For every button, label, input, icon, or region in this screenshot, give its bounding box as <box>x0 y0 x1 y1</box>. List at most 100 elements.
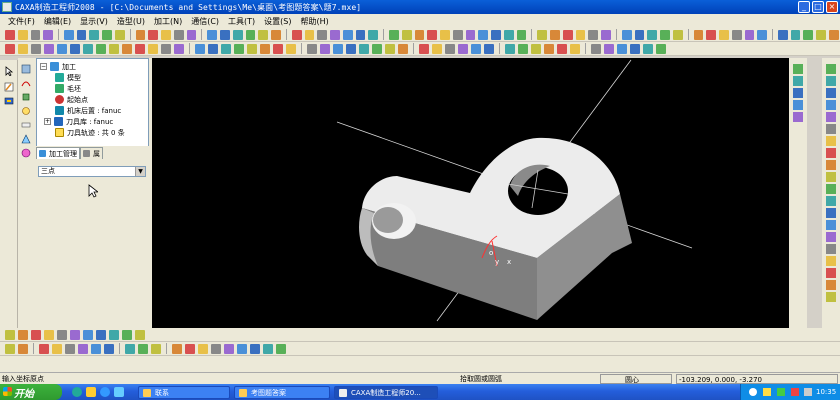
standard-toolbar-button-icon[interactable] <box>5 29 15 40</box>
standard-toolbar-button-icon[interactable] <box>271 29 281 40</box>
right-strip-1-button-icon[interactable] <box>793 88 803 98</box>
standard-toolbar-button-icon[interactable] <box>17 29 28 40</box>
standard-toolbar-button-icon[interactable] <box>660 29 670 40</box>
standard-toolbar-button-icon[interactable] <box>76 29 87 40</box>
standard-toolbar-button-icon[interactable] <box>601 29 611 40</box>
tree-root[interactable]: − 加工 <box>40 61 76 72</box>
right-strip-2-button-icon[interactable] <box>826 232 836 242</box>
maximize-button[interactable]: □ <box>812 1 824 13</box>
tree-item-machine-post[interactable]: 机床后置 : fanuc <box>55 105 121 116</box>
feature-toolbar-button-icon[interactable] <box>5 43 15 54</box>
feature-toolbar-button-icon[interactable] <box>320 43 330 54</box>
right-strip-2-button-icon[interactable] <box>826 112 836 122</box>
tray-icon-4[interactable] <box>791 388 799 396</box>
tree-item-blank[interactable]: 毛坯 <box>55 83 81 94</box>
machining-toolbar-button-icon[interactable] <box>70 329 80 340</box>
tray-icon-1[interactable] <box>749 388 757 396</box>
standard-toolbar-button-icon[interactable] <box>207 29 218 40</box>
feature-toolbar-button-icon[interactable] <box>484 43 494 54</box>
standard-toolbar-button-icon[interactable] <box>220 29 230 40</box>
standard-toolbar-button-icon[interactable] <box>245 29 256 40</box>
standard-toolbar-button-icon[interactable] <box>777 29 788 40</box>
right-strip-1-button-icon[interactable] <box>793 112 803 122</box>
feature-toolbar-button-icon[interactable] <box>458 43 468 54</box>
property-combo[interactable]: 三点 ▼ <box>38 166 146 177</box>
surface-icon[interactable] <box>21 64 31 74</box>
standard-toolbar-button-icon[interactable] <box>491 29 501 40</box>
curve-toolbar-button-icon[interactable] <box>198 343 208 354</box>
standard-toolbar-button-icon[interactable] <box>186 29 197 40</box>
feature-toolbar-button-icon[interactable] <box>359 43 369 54</box>
standard-toolbar-button-icon[interactable] <box>414 29 425 40</box>
feature-toolbar-button-icon[interactable] <box>656 43 666 54</box>
curve-toolbar-button-icon[interactable] <box>65 343 75 354</box>
feature-toolbar-button-icon[interactable] <box>544 43 554 54</box>
feature-toolbar-button-icon[interactable] <box>307 43 317 54</box>
feature-toolbar-button-icon[interactable] <box>518 43 528 54</box>
standard-toolbar-button-icon[interactable] <box>516 29 527 40</box>
standard-toolbar-button-icon[interactable] <box>816 29 826 40</box>
standard-toolbar-button-icon[interactable] <box>401 29 412 40</box>
tree-item-start-point[interactable]: 起始点 <box>55 94 88 105</box>
curve-toolbar-button-icon[interactable] <box>18 343 28 354</box>
feature-toolbar-button-icon[interactable] <box>432 43 442 54</box>
standard-toolbar-button-icon[interactable] <box>355 29 366 40</box>
solid-icon[interactable] <box>21 92 31 102</box>
feature-toolbar-button-icon[interactable] <box>591 43 601 54</box>
standard-toolbar-button-icon[interactable] <box>744 29 755 40</box>
feature-toolbar-button-icon[interactable] <box>260 43 270 54</box>
machining-toolbar-button-icon[interactable] <box>83 329 93 340</box>
taskbar-button-answers[interactable]: 考图题答案 <box>234 386 330 399</box>
quicklaunch-icon-2[interactable] <box>86 387 96 397</box>
tray-icon-3[interactable] <box>777 388 785 396</box>
tab-machining-manager[interactable]: 加工管理 <box>36 147 80 159</box>
feature-toolbar-button-icon[interactable] <box>234 43 244 54</box>
tolerance-icon[interactable] <box>21 134 31 144</box>
quicklaunch-icon-3[interactable] <box>100 387 110 397</box>
right-strip-2-button-icon[interactable] <box>826 256 836 266</box>
machining-toolbar-button-icon[interactable] <box>18 329 28 340</box>
standard-toolbar-button-icon[interactable] <box>135 29 146 40</box>
machining-toolbar-button-icon[interactable] <box>57 329 67 340</box>
tree-item-toolpath[interactable]: 刀具轨迹 : 共 0 条 <box>55 127 125 138</box>
standard-toolbar-button-icon[interactable] <box>173 29 184 40</box>
feature-toolbar-button-icon[interactable] <box>385 43 395 54</box>
standard-toolbar-button-icon[interactable] <box>537 29 548 40</box>
standard-toolbar-button-icon[interactable] <box>368 29 379 40</box>
machining-toolbar-button-icon[interactable] <box>44 329 54 340</box>
standard-toolbar-button-icon[interactable] <box>317 29 328 40</box>
standard-toolbar-button-icon[interactable] <box>621 29 632 40</box>
feature-toolbar-button-icon[interactable] <box>604 43 614 54</box>
standard-toolbar-button-icon[interactable] <box>30 29 41 40</box>
standard-toolbar-button-icon[interactable] <box>389 29 399 40</box>
curve-toolbar-button-icon[interactable] <box>52 343 62 354</box>
right-strip-2-button-icon[interactable] <box>826 220 836 230</box>
curve-toolbar-button-icon[interactable] <box>78 343 88 354</box>
feature-toolbar-button-icon[interactable] <box>195 43 205 54</box>
machining-toolbar-button-icon[interactable] <box>31 329 41 340</box>
feature-toolbar-button-icon[interactable] <box>221 43 231 54</box>
menu-tools[interactable]: 工具(T) <box>228 16 255 27</box>
standard-toolbar-button-icon[interactable] <box>503 29 514 40</box>
feature-toolbar-button-icon[interactable] <box>570 43 580 54</box>
feature-toolbar-button-icon[interactable] <box>31 43 41 54</box>
standard-toolbar-button-icon[interactable] <box>562 29 573 40</box>
curve-toolbar-button-icon[interactable] <box>211 343 221 354</box>
standard-toolbar-button-icon[interactable] <box>342 29 353 40</box>
close-button[interactable]: × <box>826 1 838 13</box>
feature-toolbar-button-icon[interactable] <box>617 43 627 54</box>
feature-toolbar-button-icon[interactable] <box>273 43 283 54</box>
layer-icon[interactable] <box>4 96 14 106</box>
right-strip-1-button-icon[interactable] <box>793 76 803 86</box>
standard-toolbar-button-icon[interactable] <box>440 29 450 40</box>
right-strip-2-button-icon[interactable] <box>826 292 836 302</box>
machining-toolbar-button-icon[interactable] <box>135 329 145 340</box>
feature-toolbar-button-icon[interactable] <box>161 43 171 54</box>
curve-toolbar-button-icon[interactable] <box>39 343 49 354</box>
standard-toolbar-button-icon[interactable] <box>304 29 315 40</box>
tab-properties[interactable]: 属 <box>80 147 103 159</box>
standard-toolbar-button-icon[interactable] <box>114 29 125 40</box>
feature-toolbar-button-icon[interactable] <box>445 43 455 54</box>
machining-toolbar-button-icon[interactable] <box>96 329 106 340</box>
standard-toolbar-button-icon[interactable] <box>803 29 814 40</box>
